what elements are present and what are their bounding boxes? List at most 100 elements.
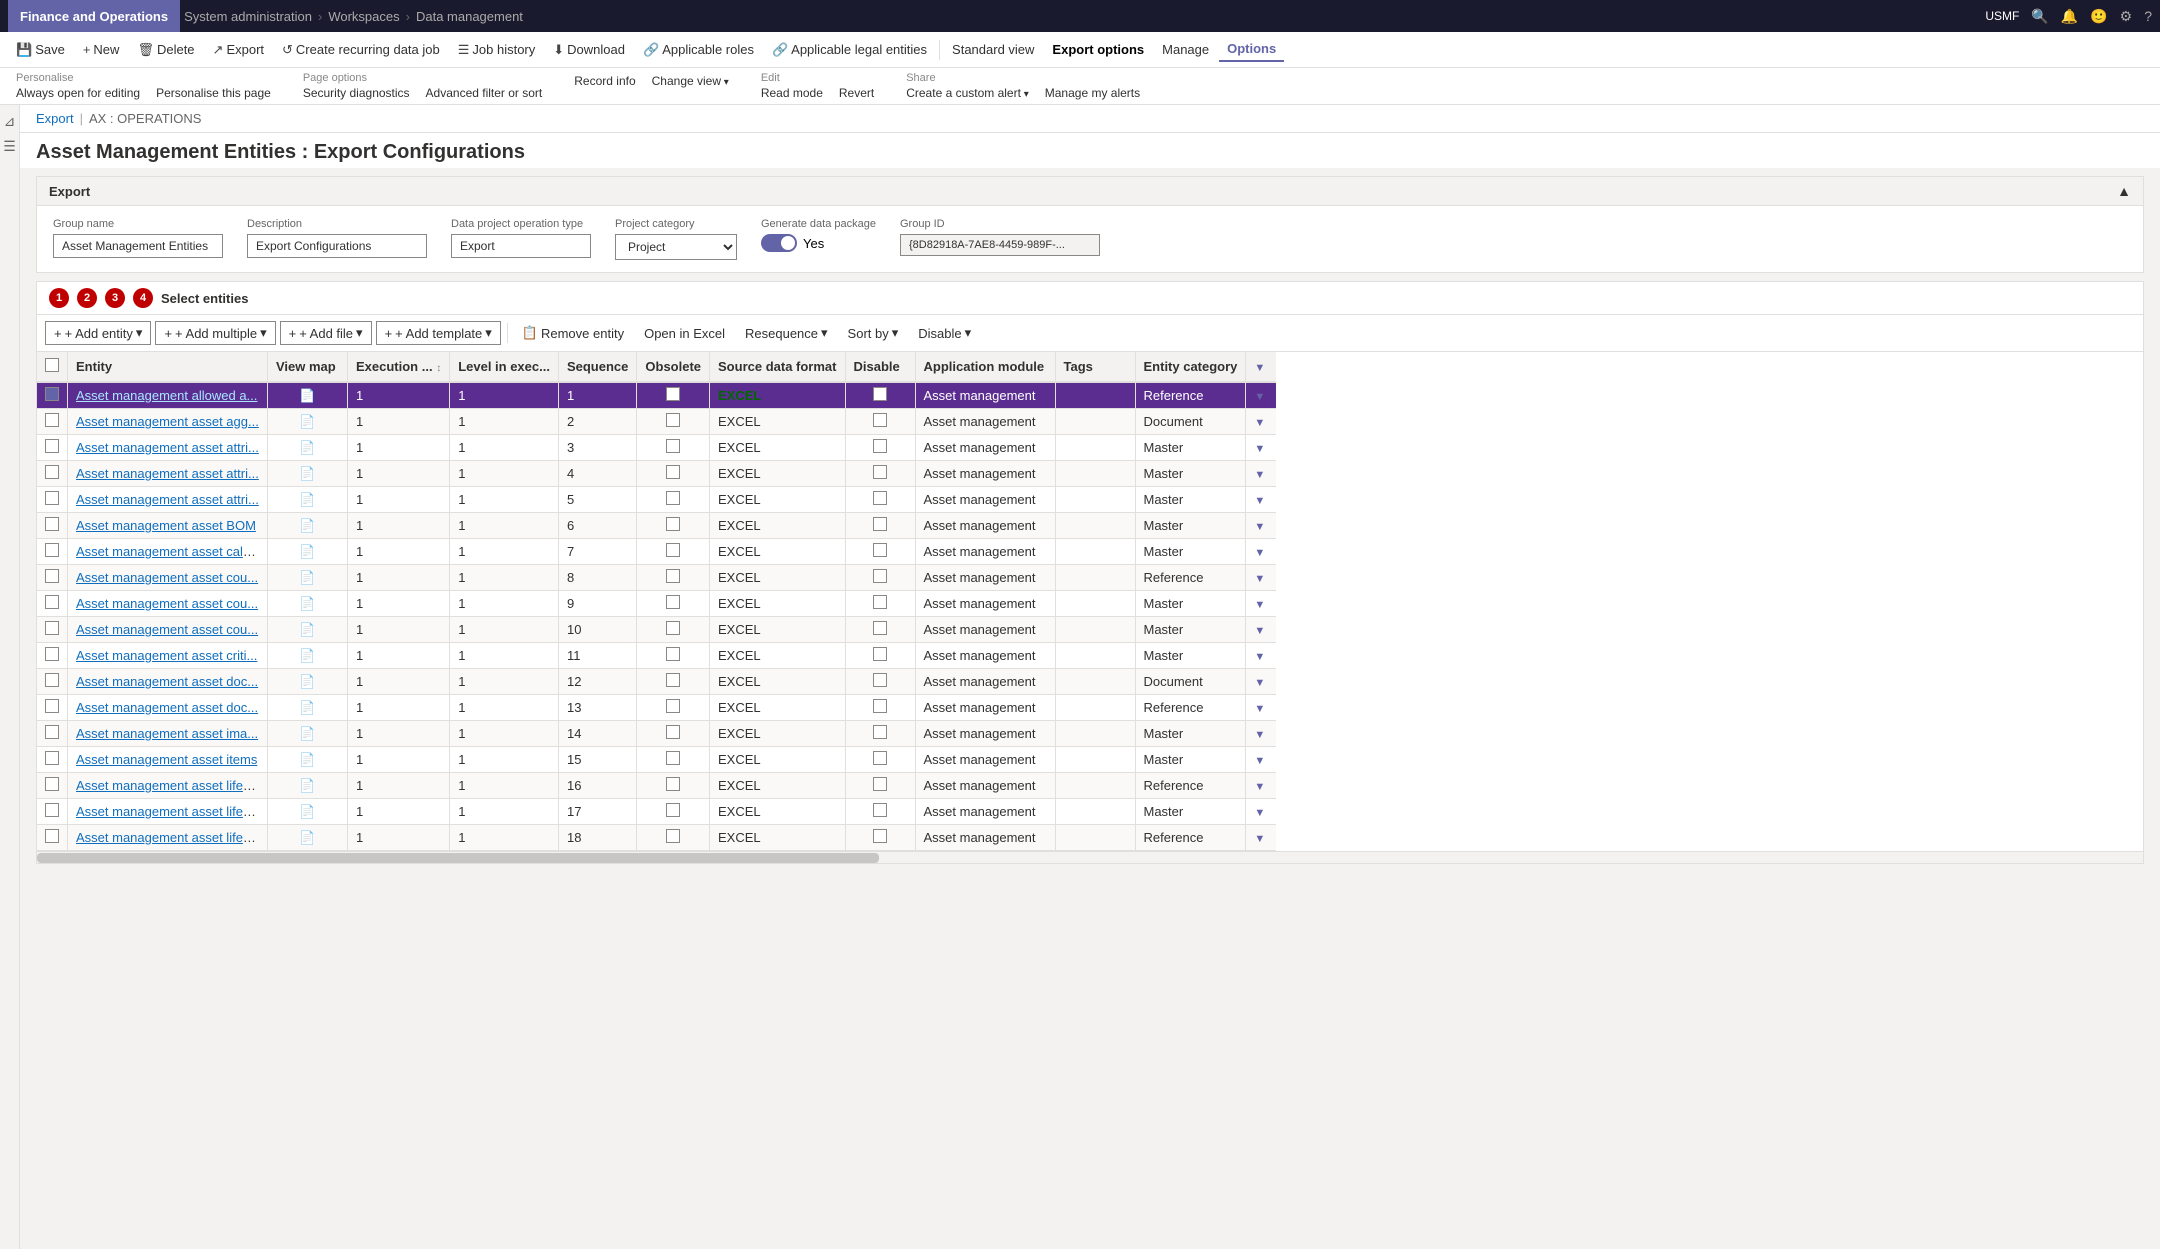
row-filter[interactable]: ▼ (1246, 643, 1276, 669)
filter-header-icon[interactable]: ▼ (1254, 362, 1265, 374)
row-viewmap[interactable]: 📄 (268, 643, 348, 669)
standard-view-button[interactable]: Standard view (944, 38, 1042, 61)
row-checkbox[interactable] (45, 699, 59, 713)
row-filter[interactable]: ▼ (1246, 617, 1276, 643)
row-obsolete[interactable] (637, 747, 710, 773)
recurring-button[interactable]: ↺ Create recurring data job (274, 38, 448, 62)
table-row[interactable]: Asset management asset lifec... 📄 1 1 17… (37, 799, 1276, 825)
entity-link[interactable]: Asset management asset cou... (76, 622, 258, 637)
row-checkbox-cell[interactable] (37, 409, 68, 435)
row-checkbox-cell[interactable] (37, 721, 68, 747)
horizontal-scrollbar[interactable] (37, 851, 2143, 863)
disable-checkbox[interactable] (873, 673, 887, 687)
add-entity-button[interactable]: + + Add entity ▾ (45, 321, 151, 345)
row-checkbox-cell[interactable] (37, 539, 68, 565)
obsolete-checkbox[interactable] (666, 647, 680, 661)
obsolete-checkbox[interactable] (666, 491, 680, 505)
row-obsolete[interactable] (637, 382, 710, 409)
entity-link[interactable]: Asset management asset lifec... (76, 778, 260, 793)
disable-checkbox[interactable] (873, 387, 887, 401)
doc-icon[interactable]: 📄 (299, 804, 315, 819)
advanced-filter-item[interactable]: Advanced filter or sort (426, 86, 543, 100)
row-disable[interactable] (845, 409, 915, 435)
doc-icon[interactable]: 📄 (299, 414, 315, 429)
row-disable[interactable] (845, 539, 915, 565)
row-checkbox[interactable] (45, 829, 59, 843)
resequence-button[interactable]: Resequence ▾ (737, 322, 836, 344)
doc-icon[interactable]: 📄 (299, 388, 315, 403)
doc-icon[interactable]: 📄 (299, 518, 315, 533)
obsolete-checkbox[interactable] (666, 829, 680, 843)
row-obsolete[interactable] (637, 461, 710, 487)
table-row[interactable]: Asset management asset attri... 📄 1 1 5 … (37, 487, 1276, 513)
row-obsolete[interactable] (637, 643, 710, 669)
row-checkbox-cell[interactable] (37, 799, 68, 825)
row-obsolete[interactable] (637, 825, 710, 851)
add-multiple-button[interactable]: + + Add multiple ▾ (155, 321, 275, 345)
row-filter-icon[interactable]: ▼ (1254, 781, 1265, 793)
row-obsolete[interactable] (637, 435, 710, 461)
disable-checkbox[interactable] (873, 465, 887, 479)
save-button[interactable]: 💾 Save (8, 38, 73, 62)
sort-by-button[interactable]: Sort by ▾ (840, 322, 907, 344)
th-viewmap[interactable]: View map (268, 352, 348, 382)
row-obsolete[interactable] (637, 799, 710, 825)
settings-icon[interactable]: ⚙ (2120, 8, 2133, 25)
row-viewmap[interactable]: 📄 (268, 461, 348, 487)
delete-button[interactable]: 🗑 Delete (129, 38, 202, 62)
row-filter-icon[interactable]: ▼ (1254, 547, 1265, 559)
doc-icon[interactable]: 📄 (299, 778, 315, 793)
obsolete-checkbox[interactable] (666, 595, 680, 609)
nav-item-sysadmin[interactable]: System administration (184, 9, 312, 24)
row-filter-icon[interactable]: ▼ (1254, 755, 1265, 767)
generate-package-toggle[interactable] (761, 234, 797, 252)
table-row[interactable]: Asset management asset agg... 📄 1 1 2 EX… (37, 409, 1276, 435)
row-obsolete[interactable] (637, 669, 710, 695)
table-row[interactable]: Asset management asset doc... 📄 1 1 12 E… (37, 669, 1276, 695)
row-filter-icon[interactable]: ▼ (1254, 599, 1265, 611)
entity-link[interactable]: Asset management asset ima... (76, 726, 258, 741)
row-checkbox[interactable] (45, 569, 59, 583)
row-filter[interactable]: ▼ (1246, 695, 1276, 721)
row-viewmap[interactable]: 📄 (268, 721, 348, 747)
row-filter[interactable]: ▼ (1246, 461, 1276, 487)
table-row[interactable]: Asset management asset items 📄 1 1 15 EX… (37, 747, 1276, 773)
row-disable[interactable] (845, 565, 915, 591)
row-filter-icon[interactable]: ▼ (1254, 469, 1265, 481)
doc-icon[interactable]: 📄 (299, 544, 315, 559)
row-checkbox-cell[interactable] (37, 382, 68, 409)
row-obsolete[interactable] (637, 513, 710, 539)
row-filter-icon[interactable]: ▼ (1254, 703, 1265, 715)
entity-link[interactable]: Asset management asset lifec... (76, 804, 260, 819)
row-disable[interactable] (845, 825, 915, 851)
data-project-input[interactable] (451, 234, 591, 258)
entity-link[interactable]: Asset management asset attri... (76, 492, 259, 507)
obsolete-checkbox[interactable] (666, 439, 680, 453)
table-row[interactable]: Asset management asset cou... 📄 1 1 8 EX… (37, 565, 1276, 591)
export-button[interactable]: ↗ Export (205, 38, 272, 62)
row-filter[interactable]: ▼ (1246, 825, 1276, 851)
disable-checkbox[interactable] (873, 777, 887, 791)
applicable-legal-button[interactable]: 🔗 Applicable legal entities (764, 38, 935, 62)
create-alert-item[interactable]: Create a custom alert (906, 86, 1029, 100)
row-checkbox-cell[interactable] (37, 591, 68, 617)
th-source[interactable]: Source data format (710, 352, 845, 382)
obsolete-checkbox[interactable] (666, 751, 680, 765)
row-checkbox[interactable] (45, 751, 59, 765)
obsolete-checkbox[interactable] (666, 543, 680, 557)
obsolete-checkbox[interactable] (666, 777, 680, 791)
row-filter-icon[interactable]: ▼ (1254, 521, 1265, 533)
row-checkbox[interactable] (45, 803, 59, 817)
disable-checkbox[interactable] (873, 725, 887, 739)
row-filter[interactable]: ▼ (1246, 565, 1276, 591)
change-view-item[interactable]: Change view (652, 74, 729, 88)
doc-icon[interactable]: 📄 (299, 700, 315, 715)
row-obsolete[interactable] (637, 773, 710, 799)
row-checkbox-cell[interactable] (37, 565, 68, 591)
row-filter[interactable]: ▼ (1246, 721, 1276, 747)
entity-link[interactable]: Asset management asset attri... (76, 466, 259, 481)
table-row[interactable]: Asset management asset attri... 📄 1 1 4 … (37, 461, 1276, 487)
row-filter[interactable]: ▼ (1246, 382, 1276, 409)
disable-button[interactable]: Disable ▾ (910, 322, 979, 344)
row-checkbox-cell[interactable] (37, 617, 68, 643)
